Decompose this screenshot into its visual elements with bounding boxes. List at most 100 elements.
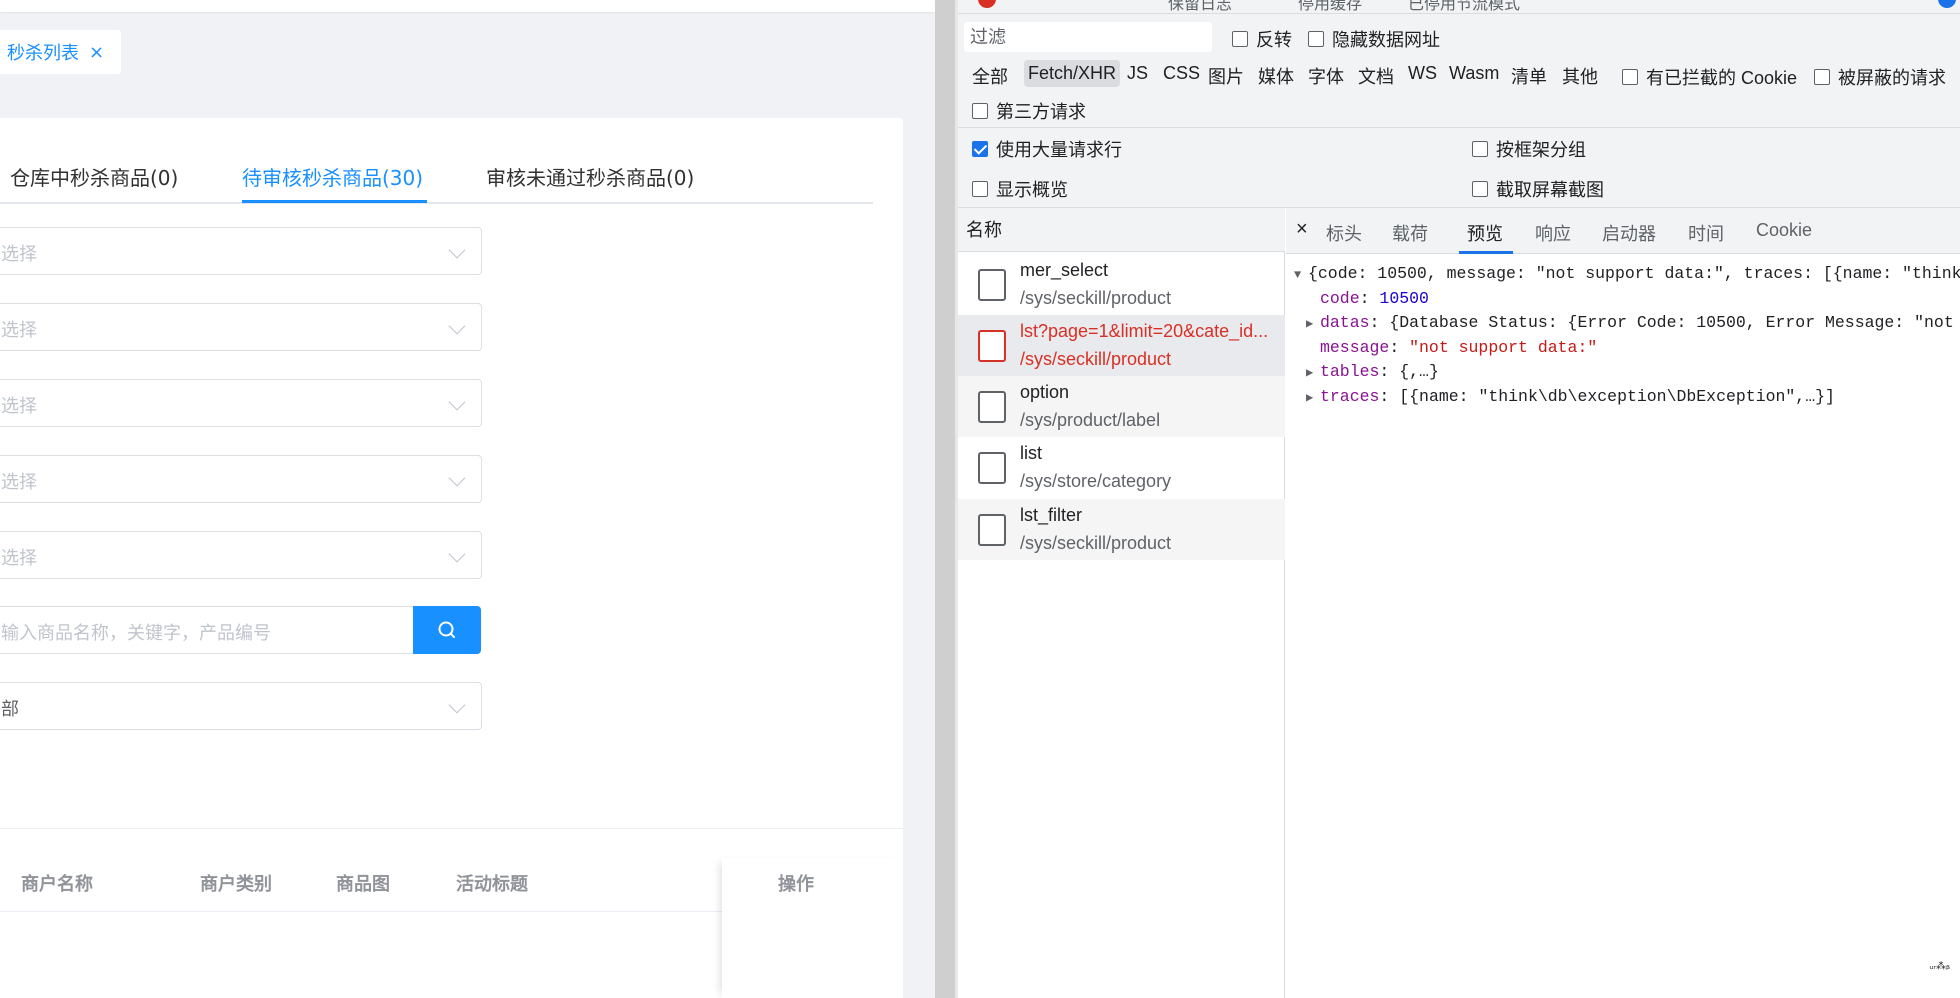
json-number: 10500 bbox=[1379, 289, 1429, 308]
type-all[interactable]: 全部 bbox=[968, 60, 1012, 92]
name-column-header[interactable]: 名称 bbox=[958, 208, 1285, 252]
json-key: message bbox=[1320, 338, 1390, 357]
tab-initiator[interactable]: 启动器 bbox=[1602, 220, 1656, 246]
close-icon[interactable]: × bbox=[1296, 218, 1308, 241]
json-key: traces bbox=[1320, 387, 1380, 406]
tab-payload[interactable]: 载荷 bbox=[1392, 220, 1428, 246]
checkbox-label: 反转 bbox=[1256, 30, 1292, 50]
request-row[interactable]: lst_filter /sys/seckill/product bbox=[958, 499, 1285, 560]
json-line[interactable]: ▶ traces: [{name: "think\db\exception\DbE… bbox=[1294, 385, 1960, 410]
request-name: lst_filter bbox=[1020, 505, 1083, 525]
chevron-down-icon bbox=[448, 696, 466, 714]
type-media[interactable]: 媒体 bbox=[1254, 60, 1298, 92]
collapsed-triangle-icon[interactable]: ▶ bbox=[1306, 386, 1320, 410]
active-tab-indicator bbox=[242, 200, 427, 203]
tab-timing[interactable]: 时间 bbox=[1688, 220, 1724, 246]
request-list: 名称 mer_select /sys/seckill/product lst?p… bbox=[958, 208, 1285, 998]
tab-headers[interactable]: 标头 bbox=[1326, 220, 1362, 246]
request-row[interactable]: option /sys/product/label bbox=[958, 376, 1285, 437]
type-font[interactable]: 字体 bbox=[1304, 60, 1348, 92]
record-icon[interactable] bbox=[978, 0, 996, 8]
checkbox-label: 显示概览 bbox=[996, 180, 1068, 200]
collapsed-triangle-icon[interactable]: ▶ bbox=[1306, 312, 1320, 336]
search-button[interactable] bbox=[413, 606, 481, 654]
type-fetch-xhr[interactable]: Fetch/XHR bbox=[1024, 60, 1121, 87]
active-tab-indicator bbox=[1459, 251, 1513, 254]
close-icon[interactable]: × bbox=[89, 42, 104, 63]
request-name: list bbox=[1020, 443, 1042, 463]
type-manifest[interactable]: 清单 bbox=[1507, 60, 1551, 92]
type-other[interactable]: 其他 bbox=[1558, 60, 1602, 92]
th-activity-title: 活动标题 bbox=[456, 874, 528, 895]
tab-response[interactable]: 响应 bbox=[1535, 220, 1571, 246]
type-wasm[interactable]: Wasm bbox=[1445, 60, 1503, 87]
filter-select-2[interactable]: 选择 bbox=[0, 303, 482, 351]
request-row[interactable]: mer_select /sys/seckill/product bbox=[958, 254, 1285, 315]
collapsed-triangle-icon[interactable]: ▶ bbox=[1306, 361, 1320, 385]
blocked-requests-checkbox[interactable]: 被屏蔽的请求 bbox=[1814, 64, 1946, 90]
request-detail: × 标头 载荷 预览 响应 启动器 时间 Cookie ▼ {code: 1050… bbox=[1286, 208, 1960, 998]
select-value: 部 bbox=[1, 699, 19, 720]
checkbox-box bbox=[972, 103, 988, 119]
search-input[interactable]: 输入商品名称，关键字，产品编号 bbox=[0, 606, 414, 654]
select-placeholder: 选择 bbox=[1, 472, 37, 493]
filter-input[interactable]: 过滤 bbox=[964, 22, 1212, 52]
invert-checkbox[interactable]: 反转 bbox=[1232, 26, 1292, 52]
tag-seckill-list[interactable]: 秒杀列表 × bbox=[0, 30, 121, 74]
tab-rejected[interactable]: 审核未通过秒杀商品(0) bbox=[486, 162, 694, 191]
checkbox-box bbox=[972, 181, 988, 197]
group-by-frame-checkbox[interactable]: 按框架分组 bbox=[1472, 136, 1586, 162]
filter-select-4[interactable]: 选择 bbox=[0, 455, 482, 503]
tab-preview[interactable]: 预览 bbox=[1467, 220, 1503, 246]
devtools-network-panel: 保留日志 停用缓存 已停用节流模式 过滤 反转 隐藏数据网址 全部 Fetch/… bbox=[958, 0, 1960, 998]
third-party-checkbox[interactable]: 第三方请求 bbox=[972, 98, 1086, 124]
json-line[interactable]: ▶ datas: {Database Status: {Error Code: 1… bbox=[1294, 311, 1960, 336]
type-img[interactable]: 图片 bbox=[1204, 60, 1248, 92]
top-navbar bbox=[0, 0, 935, 12]
filter-select-3[interactable]: 选择 bbox=[0, 379, 482, 427]
file-icon bbox=[978, 330, 1006, 362]
chevron-down-icon bbox=[448, 545, 466, 563]
type-js[interactable]: JS bbox=[1123, 60, 1152, 87]
tab-warehouse[interactable]: 仓库中秒杀商品(0) bbox=[10, 162, 178, 191]
capture-screenshots-checkbox[interactable]: 截取屏幕截图 bbox=[1472, 176, 1604, 202]
pane-splitter[interactable] bbox=[935, 0, 958, 998]
select-placeholder: 选择 bbox=[1, 396, 37, 417]
request-name: option bbox=[1020, 382, 1070, 402]
request-row[interactable]: lst?page=1&limit=20&cate_id... /sys/seck… bbox=[958, 315, 1285, 376]
keyword-search: 输入商品名称，关键字，产品编号 bbox=[0, 606, 481, 654]
tab-pending-review[interactable]: 待审核秒杀商品(30) bbox=[242, 162, 423, 191]
detail-tabs: × 标头 载荷 预览 响应 启动器 时间 Cookie bbox=[1286, 208, 1960, 254]
expanded-triangle-icon[interactable]: ▼ bbox=[1294, 263, 1308, 287]
json-root-line[interactable]: ▼ {code: 10500, message: "not support dat… bbox=[1294, 262, 1960, 287]
json-line[interactable]: ▶ tables: {,…} bbox=[1294, 360, 1960, 385]
show-overview-checkbox[interactable]: 显示概览 bbox=[972, 176, 1068, 202]
checkbox-label: 使用大量请求行 bbox=[996, 140, 1122, 160]
chevron-down-icon bbox=[448, 241, 466, 259]
checkbox-box bbox=[1622, 69, 1638, 85]
type-css[interactable]: CSS bbox=[1159, 60, 1204, 87]
json-key: tables bbox=[1320, 362, 1380, 381]
checkbox-label: 有已拦截的 Cookie bbox=[1646, 68, 1798, 88]
tab-cookies[interactable]: Cookie bbox=[1756, 220, 1812, 241]
chevron-down-icon bbox=[448, 317, 466, 335]
filter-select-1[interactable]: 选择 bbox=[0, 227, 482, 275]
hide-data-urls-checkbox[interactable]: 隐藏数据网址 bbox=[1308, 26, 1440, 52]
request-name: mer_select bbox=[1020, 260, 1109, 280]
settings-gear-icon[interactable] bbox=[1938, 0, 1956, 8]
network-toolbar: 保留日志 停用缓存 已停用节流模式 bbox=[958, 0, 1960, 14]
preserve-log-label[interactable]: 保留日志 bbox=[1168, 0, 1232, 13]
disable-cache-label[interactable]: 停用缓存 bbox=[1298, 0, 1362, 13]
blocked-cookies-checkbox[interactable]: 有已拦截的 Cookie bbox=[1622, 64, 1797, 90]
type-doc[interactable]: 文档 bbox=[1354, 60, 1398, 92]
large-rows-checkbox[interactable]: 使用大量请求行 bbox=[972, 136, 1122, 162]
request-path: /sys/seckill/product bbox=[1020, 533, 1172, 553]
file-icon bbox=[978, 269, 1006, 301]
filter-select-5[interactable]: 选择 bbox=[0, 531, 482, 579]
throttling-label[interactable]: 已停用节流模式 bbox=[1408, 0, 1520, 13]
status-select[interactable]: 部 bbox=[0, 682, 482, 730]
request-row[interactable]: list /sys/store/category bbox=[958, 437, 1285, 498]
file-icon bbox=[978, 514, 1006, 546]
type-ws[interactable]: WS bbox=[1404, 60, 1441, 87]
select-placeholder: 选择 bbox=[1, 244, 37, 265]
